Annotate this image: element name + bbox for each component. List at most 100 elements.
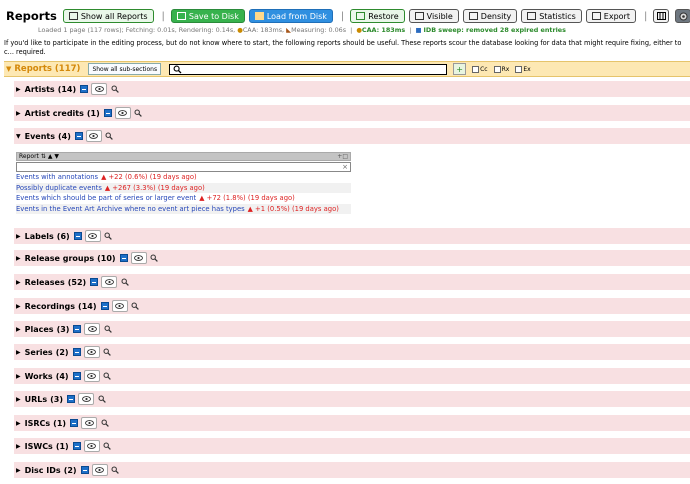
section-places[interactable]: ▶ Places (3) xyxy=(14,321,690,337)
section-release-groups[interactable]: ▶ Release groups (10) xyxy=(14,250,690,266)
section-name[interactable]: ISWCs xyxy=(25,442,53,451)
table-icon[interactable] xyxy=(73,232,82,240)
section-name[interactable]: Labels xyxy=(25,232,54,241)
case-sensitive-checkbox[interactable] xyxy=(472,65,480,73)
sidebar-toggle-button[interactable] xyxy=(653,9,670,23)
eye-icon[interactable] xyxy=(81,417,98,429)
section-disc-ids[interactable]: ▶ Disc IDs (2) xyxy=(14,462,690,478)
table-icon[interactable] xyxy=(73,325,82,333)
search-icon[interactable] xyxy=(111,466,120,475)
collapsed-triangle-icon[interactable]: ▶ xyxy=(16,326,21,333)
table-filter-input[interactable]: × xyxy=(16,162,351,172)
eye-icon[interactable] xyxy=(91,83,108,95)
clear-filter-icon[interactable]: × xyxy=(342,163,348,171)
collapsed-triangle-icon[interactable]: ▶ xyxy=(16,279,21,286)
visible-button[interactable]: Visible xyxy=(408,9,459,23)
section-name[interactable]: URLs xyxy=(25,395,48,404)
sort-icon[interactable]: ⇅ ▲ ▼ xyxy=(41,153,59,160)
restore-button[interactable]: Restore xyxy=(350,9,405,23)
report-link[interactable]: Events in the Event Art Archive where no… xyxy=(16,205,245,213)
search-icon[interactable] xyxy=(150,254,159,263)
table-icon[interactable] xyxy=(72,348,81,356)
section-artist-credits[interactable]: ▶ Artist credits (1) xyxy=(14,105,690,121)
show-all-reports-button[interactable]: Show all Reports xyxy=(62,9,154,23)
collapsed-triangle-icon[interactable]: ▶ xyxy=(16,420,21,427)
section-name[interactable]: Events xyxy=(25,132,55,141)
section-name[interactable]: Releases xyxy=(25,278,65,287)
eye-icon[interactable] xyxy=(84,230,101,242)
section-name[interactable]: Works xyxy=(25,372,53,381)
export-button[interactable]: Export xyxy=(585,9,636,23)
section-name[interactable]: Series xyxy=(25,348,53,357)
section-artists[interactable]: ▶ Artists (14) xyxy=(14,81,690,97)
add-filter-button[interactable]: + xyxy=(453,63,467,75)
section-name[interactable]: Artists xyxy=(25,85,55,94)
table-icon[interactable] xyxy=(80,466,89,474)
section-iswcs[interactable]: ▶ ISWCs (1) xyxy=(14,438,690,454)
eye-icon[interactable] xyxy=(83,346,100,358)
search-input[interactable] xyxy=(169,63,448,75)
load-from-disk-button[interactable]: Load from Disk xyxy=(248,9,333,23)
collapsed-triangle-icon[interactable]: ▶ xyxy=(16,303,21,310)
section-works[interactable]: ▶ Works (4) xyxy=(14,368,690,384)
table-icon[interactable] xyxy=(72,372,81,380)
search-icon[interactable] xyxy=(120,278,129,287)
section-events[interactable]: ▼ Events (4) xyxy=(14,128,690,144)
section-labels[interactable]: ▶ Labels (6) xyxy=(14,228,690,244)
eye-icon[interactable] xyxy=(83,370,100,382)
collapsed-triangle-icon[interactable]: ▶ xyxy=(16,443,21,450)
collapsed-triangle-icon[interactable]: ▶ xyxy=(16,255,21,262)
section-releases[interactable]: ▶ Releases (52) xyxy=(14,274,690,290)
table-icon[interactable] xyxy=(103,109,112,117)
section-name[interactable]: Places xyxy=(25,325,54,334)
search-icon[interactable] xyxy=(105,132,114,141)
table-icon[interactable] xyxy=(72,442,81,450)
section-name[interactable]: Artist credits xyxy=(25,109,84,118)
eye-icon[interactable] xyxy=(78,393,95,405)
search-icon[interactable] xyxy=(103,325,112,334)
collapsed-triangle-icon[interactable]: ▶ xyxy=(16,396,21,403)
report-link[interactable]: Events with annotations xyxy=(16,173,98,181)
eye-icon[interactable] xyxy=(114,107,131,119)
eye-icon[interactable] xyxy=(130,252,147,264)
table-icon[interactable] xyxy=(67,395,76,403)
report-link[interactable]: Possibly duplicate events xyxy=(16,184,102,192)
table-icon[interactable] xyxy=(80,85,89,93)
search-icon[interactable] xyxy=(100,419,109,428)
show-all-subsections-button[interactable]: Show all sub-sections xyxy=(88,63,162,75)
section-name[interactable]: ISRCs xyxy=(25,419,51,428)
density-button[interactable]: Density xyxy=(462,9,518,23)
collapsed-triangle-icon[interactable]: ▶ xyxy=(16,373,21,380)
search-icon[interactable] xyxy=(110,85,119,94)
table-icon[interactable] xyxy=(119,254,128,262)
table-icon[interactable] xyxy=(100,302,109,310)
collapsed-triangle-icon[interactable]: ▶ xyxy=(16,86,21,93)
expanded-triangle-icon[interactable]: ▼ xyxy=(16,133,21,140)
save-to-disk-button[interactable]: Save to Disk xyxy=(170,9,245,23)
report-link[interactable]: Events which should be part of series or… xyxy=(16,194,196,202)
section-urls[interactable]: ▶ URLs (3) xyxy=(14,391,690,407)
statistics-button[interactable]: Statistics xyxy=(521,9,582,23)
search-icon[interactable] xyxy=(134,109,143,118)
search-icon[interactable] xyxy=(131,302,140,311)
table-icon[interactable] xyxy=(90,278,99,286)
column-options-icon[interactable]: +□ xyxy=(337,153,348,160)
eye-icon[interactable] xyxy=(91,464,108,476)
search-icon[interactable] xyxy=(103,348,112,357)
eye-icon[interactable] xyxy=(83,440,100,452)
collapsed-triangle-icon[interactable]: ▶ xyxy=(16,110,21,117)
collapsed-triangle-icon[interactable]: ▶ xyxy=(16,233,21,240)
section-name[interactable]: Disc IDs xyxy=(25,466,61,475)
regex-checkbox[interactable] xyxy=(493,65,501,73)
settings-button[interactable] xyxy=(675,9,690,23)
eye-icon[interactable] xyxy=(84,323,101,335)
search-icon[interactable] xyxy=(104,232,113,241)
section-recordings[interactable]: ▶ Recordings (14) xyxy=(14,298,690,314)
section-isrcs[interactable]: ▶ ISRCs (1) xyxy=(14,415,690,431)
collapsed-triangle-icon[interactable]: ▶ xyxy=(16,349,21,356)
table-icon[interactable] xyxy=(70,419,79,427)
section-name[interactable]: Release groups xyxy=(25,254,94,263)
section-name[interactable]: Recordings xyxy=(25,302,75,311)
search-icon[interactable] xyxy=(97,395,106,404)
table-icon[interactable] xyxy=(74,132,83,140)
